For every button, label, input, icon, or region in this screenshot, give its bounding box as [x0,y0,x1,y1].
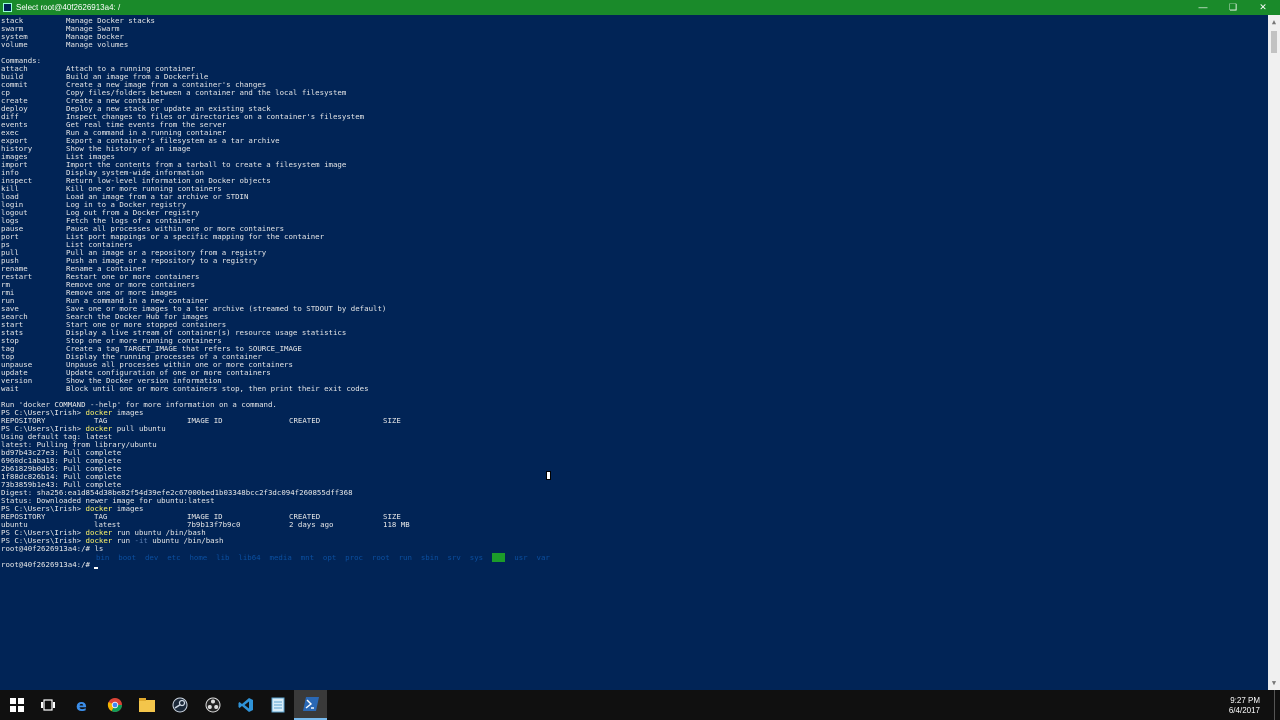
terminal-line: wait Block until one or more containers s… [1,385,410,393]
terminal-line: root@40f2626913a4:/# ls [1,544,104,553]
highlighted-dir: tmp [492,553,506,562]
ls-output-faint: bin boot dev etc home lib lib64 media mn… [96,553,550,562]
show-desktop-button[interactable] [1274,690,1280,720]
task-view-icon [40,699,55,711]
command-name: volume [1,40,28,49]
terminal-line: Commands: [1,56,42,65]
maximize-button[interactable]: ❏ [1218,0,1248,15]
task-view-button[interactable] [31,690,64,720]
terminal-line: port List port mappings or a specific map… [1,233,410,241]
terminal-line: restart Restart one or more containers [1,273,410,281]
notepad-icon [271,697,284,713]
scroll-down-arrow-icon[interactable]: ▼ [1268,676,1280,690]
windows-taskbar: e 9:27 PM 6/4/2017 [0,690,1280,720]
scroll-up-arrow-icon[interactable]: ▲ [1268,15,1280,29]
taskbar-notepad[interactable] [261,690,294,720]
window-titlebar[interactable]: Select root@40f2626913a4: / — ❏ ✕ [0,0,1280,15]
table-cell: IMAGE ID [187,416,223,425]
terminal-line: volume Manage volumes [1,41,410,49]
taskbar-file-explorer[interactable] [130,690,163,720]
powershell-icon [302,697,319,711]
command-description: Manage volumes [66,40,129,49]
system-clock[interactable]: 9:27 PM 6/4/2017 [1229,696,1260,716]
vertical-scrollbar[interactable]: ▲ ▼ [1268,15,1280,690]
edge-icon: e [76,697,87,713]
terminal-line: stack Manage Docker stacks [1,17,410,25]
terminal-line: rm Remove one or more containers [1,281,410,289]
windows-logo-icon [9,698,24,712]
obs-icon [205,697,220,713]
terminal-line: history Show the history of an image [1,145,410,153]
taskbar-edge[interactable]: e [65,690,98,720]
terminal-line: system Manage Docker [1,33,410,41]
minimize-button[interactable]: — [1188,0,1218,15]
table-cell: SIZE [383,416,401,425]
svg-text:e: e [76,697,87,713]
taskbar-chrome[interactable] [98,690,131,720]
terminal-line: import Import the contents from a tarball… [1,161,410,169]
terminal-cursor [94,567,99,569]
scroll-thumb[interactable] [1271,31,1277,53]
clock-date: 6/4/2017 [1228,706,1260,715]
window-title: Select root@40f2626913a4: / [16,3,121,12]
table-cell: 2 days ago [289,520,334,529]
taskbar-powershell[interactable] [294,690,327,720]
terminal-line: login Log in to a Docker registry [1,201,410,209]
taskbar-obs[interactable] [196,690,229,720]
table-cell: CREATED [289,416,321,425]
terminal-output[interactable]: stack Manage Docker stacks swarm Manage Swa… [0,15,1268,690]
chrome-icon [107,698,122,712]
close-button[interactable]: ✕ [1248,0,1278,15]
terminal-line: cp Copy files/folders between a container… [1,89,410,97]
text-cursor-pointer [546,471,551,480]
command-name: restart [1,272,33,281]
start-button[interactable] [0,690,33,720]
terminal-line: root@40f2626913a4:/# [1,561,410,569]
terminal-line: rename Rename a container [1,265,410,273]
command-name: wait [1,384,19,393]
typed-command: docker run -it ubuntu /bin/bash [85,536,224,545]
folder-icon [138,698,155,712]
terminal-line: logout Log out from a Docker registry [1,209,410,217]
vs-code-icon [238,698,253,712]
taskbar-vs-code[interactable] [229,690,262,720]
clock-time: 9:27 PM [1230,696,1260,705]
command-name: port [1,232,19,241]
command-name: commit [1,80,28,89]
terminal-line: load Load an image from a tar archive or … [1,193,410,201]
terminal-line: export Export a container's filesystem as… [1,137,410,145]
powershell-app-icon [3,3,12,12]
command-description: Block until one or more containers stop,… [66,384,369,393]
steam-icon [172,697,187,713]
table-cell: 118 MB [383,520,410,529]
terminal-lines: stack Manage Docker stacks swarm Manage Swa… [1,17,410,569]
taskbar-steam[interactable] [163,690,196,720]
terminal-line: push Push an image or a repository to a r… [1,257,410,265]
terminal-line: swarm Manage Swarm [1,25,410,33]
